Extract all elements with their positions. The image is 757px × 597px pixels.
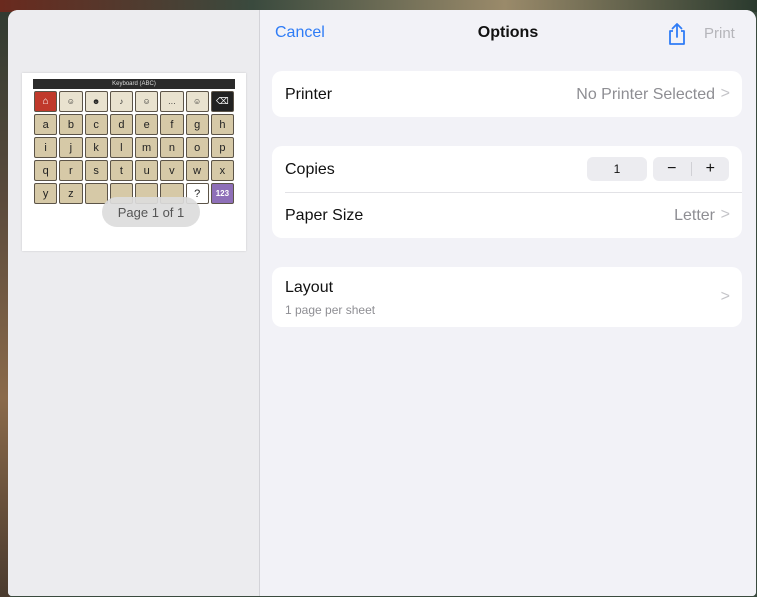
share-icon[interactable] — [666, 22, 688, 46]
keyboard-row: q r s t u v w x — [33, 160, 235, 181]
letter-key: a — [34, 114, 58, 135]
layout-group: Layout 1 page per sheet > — [272, 267, 742, 327]
page-preview[interactable]: Keyboard (ABC) ⌂ ☺ ☻ ♪ ☺ … ☺ ⌫ a b c d e — [22, 73, 246, 251]
print-button[interactable]: Print — [704, 25, 735, 42]
paper-size-label: Paper Size — [285, 207, 364, 224]
letter-key: j — [59, 137, 83, 158]
decrement-button[interactable]: − — [653, 157, 691, 181]
letter-key: f — [160, 114, 184, 135]
copies-label: Copies — [285, 161, 335, 178]
keyboard-row: a b c d e f g h — [33, 114, 235, 135]
letter-key: z — [59, 183, 83, 204]
letter-key: p — [210, 137, 234, 158]
printer-value: No Printer Selected — [576, 86, 715, 103]
letter-key: b — [59, 114, 83, 135]
nav-bar: Cancel Options Print — [260, 10, 756, 56]
letter-key: y — [34, 183, 58, 204]
share-icon-glyph — [669, 23, 685, 45]
letter-key: w — [185, 160, 209, 181]
delete-key-icon: ⌫ — [210, 91, 234, 112]
letter-key — [84, 183, 108, 204]
layout-row[interactable]: Layout 1 page per sheet > — [272, 267, 742, 327]
printer-group: Printer No Printer Selected > — [272, 71, 742, 117]
letter-key: m — [135, 137, 159, 158]
letter-key: h — [210, 114, 234, 135]
paper-size-row[interactable]: Paper Size Letter > — [272, 192, 742, 238]
keyboard-title: Keyboard (ABC) — [33, 79, 235, 89]
copies-stepper: − + — [653, 157, 729, 181]
letter-key: n — [160, 137, 184, 158]
printer-row[interactable]: Printer No Printer Selected > — [272, 71, 742, 117]
layout-subtitle: 1 page per sheet — [285, 303, 376, 317]
symbol-key-icon: ☺ — [135, 91, 159, 112]
copies-count-field[interactable]: 1 — [587, 157, 647, 181]
letter-key: v — [160, 160, 184, 181]
layout-label: Layout — [285, 279, 334, 296]
preview-pane: Keyboard (ABC) ⌂ ☺ ☻ ♪ ☺ … ☺ ⌫ a b c d e — [8, 10, 260, 596]
letter-key: q — [34, 160, 58, 181]
chevron-right-icon: > — [720, 85, 730, 102]
letter-key: g — [185, 114, 209, 135]
copies-paper-group: Copies 1 − + Paper Size Letter > — [272, 146, 742, 238]
letter-key: t — [109, 160, 133, 181]
chevron-right-icon: > — [720, 288, 730, 305]
printer-label: Printer — [285, 86, 333, 103]
letter-key: e — [135, 114, 159, 135]
letter-key: s — [84, 160, 108, 181]
options-pane: Cancel Options Print Printer No Printer … — [260, 10, 756, 596]
page-count-badge: Page 1 of 1 — [102, 197, 200, 227]
increment-button[interactable]: + — [692, 157, 730, 181]
keyboard-row: i j k l m n o p — [33, 137, 235, 158]
copies-row: Copies 1 − + — [272, 146, 742, 192]
symbol-key-icon: ☺ — [59, 91, 83, 112]
letter-key: i — [34, 137, 58, 158]
letter-key: r — [59, 160, 83, 181]
print-options-sheet: Keyboard (ABC) ⌂ ☺ ☻ ♪ ☺ … ☺ ⌫ a b c d e — [8, 10, 756, 596]
letter-key: d — [109, 114, 133, 135]
numbers-key: 123 — [210, 183, 234, 204]
letter-key: x — [210, 160, 234, 181]
symbol-key-icon: ♪ — [109, 91, 133, 112]
symbol-key-icon: ☺ — [185, 91, 209, 112]
letter-key: u — [135, 160, 159, 181]
paper-size-value: Letter — [674, 207, 715, 224]
letter-key: c — [84, 114, 108, 135]
symbol-key-icon: ☻ — [84, 91, 108, 112]
chevron-right-icon: > — [720, 206, 730, 223]
keyboard-row-symbols: ⌂ ☺ ☻ ♪ ☺ … ☺ ⌫ — [33, 91, 235, 112]
letter-key: o — [185, 137, 209, 158]
letter-key: l — [109, 137, 133, 158]
symbol-key-icon: … — [160, 91, 184, 112]
letter-key: k — [84, 137, 108, 158]
home-key-icon: ⌂ — [34, 91, 58, 112]
